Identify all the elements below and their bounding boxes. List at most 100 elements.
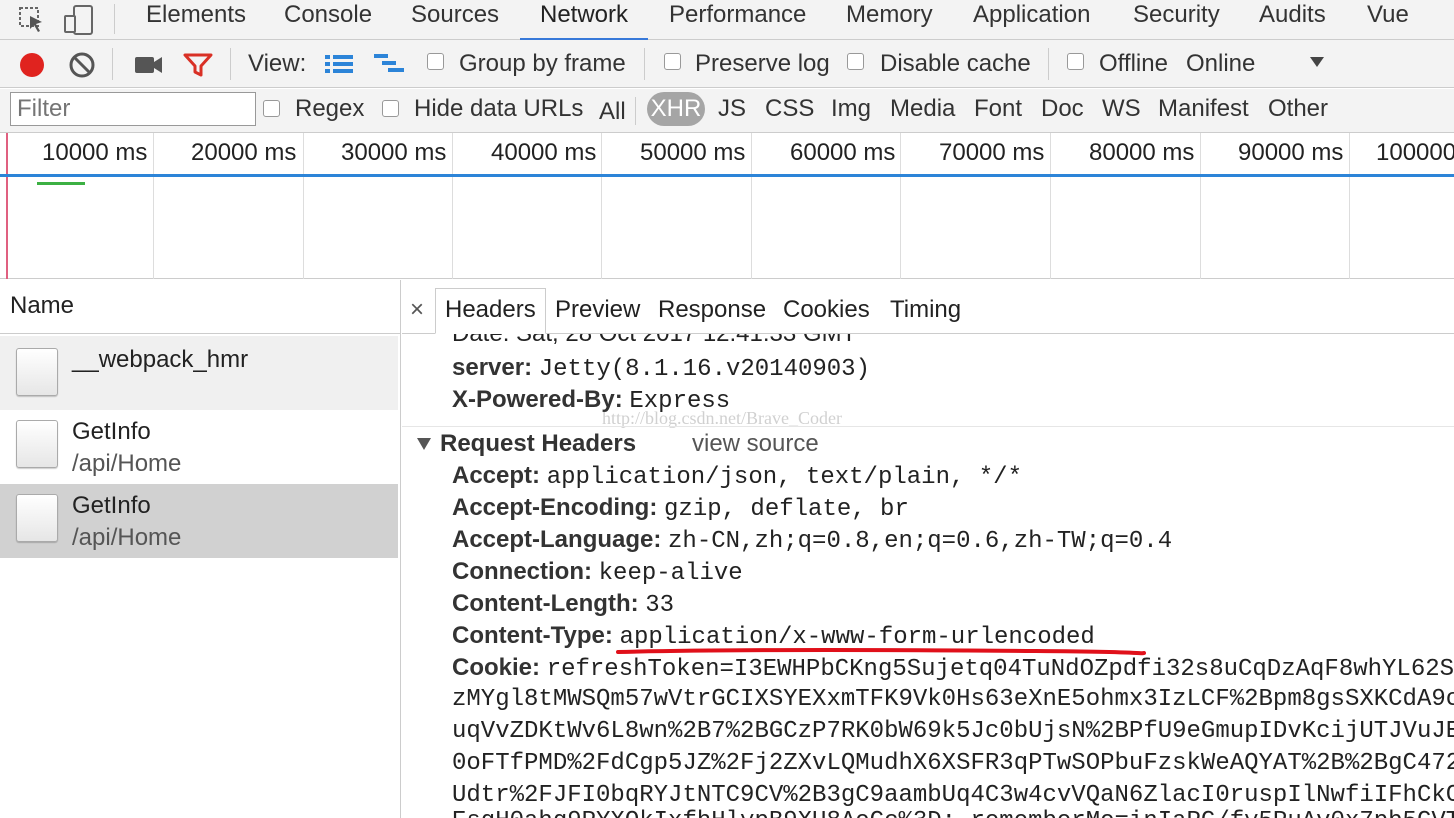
cookie-continuation-line: EsgH0ahg9PYXOkIxfhHlypB9XU8AeCc%3D; reme… [452,808,1454,818]
document-icon [16,348,58,396]
tab-application[interactable]: Application [973,0,1090,40]
tab-bar-separator [114,4,115,34]
header-value: zh-CN,zh;q=0.8,en;q=0.6,zh-TW;q=0.4 [668,528,1173,555]
name-column-header[interactable]: Name [0,280,400,334]
toolbar-separator [644,48,645,80]
type-filter-ws[interactable]: WS [1102,95,1141,123]
header-row: Accept-Language: zh-CN,zh;q=0.8,en;q=0.6… [452,526,1172,555]
header-row: Content-Length: 33 [452,590,674,619]
preserve-log-checkbox[interactable] [664,53,681,70]
header-row: Connection: keep-alive [452,558,743,587]
preserve-log-label: Preserve log [695,50,830,77]
timeline-overview[interactable]: 10000 ms 20000 ms 30000 ms 40000 ms 5000… [0,133,1454,279]
timeline-tick: 60000 ms [790,139,896,166]
waterfall-overview-icon[interactable] [374,53,406,75]
request-row[interactable]: GetInfo /api/Home [0,410,398,484]
view-source-link[interactable]: view source [692,430,819,458]
header-row: Accept: application/json, text/plain, */… [452,462,1022,491]
devtools-tab-bar: Elements Console Sources Network Perform… [0,0,1454,41]
timeline-tick: 30000 ms [341,139,447,166]
view-label: View: [248,50,307,77]
cookie-continuation-line: Udtr%2FJFI0bqRYJtNTC9CV%2B3gC9aambUq4C3w… [452,782,1454,809]
tab-audits[interactable]: Audits [1259,0,1326,40]
header-key: server: [452,354,533,381]
type-filter-font[interactable]: Font [974,95,1022,123]
cookie-continuation-line: uqVvZDKtWv6L8wn%2B7%2BGCzP7RK0bW69k5Jc0b… [452,718,1454,745]
request-name: GetInfo [72,418,151,445]
request-details-panel: Date: Sat, 28 Oct 2017 12:41:33 GMT × He… [402,280,1454,818]
request-list: Name __webpack_hmr GetInfo /api/Home Get… [0,280,401,818]
timeline-tick: 100000 [1376,139,1454,166]
triangle-down-icon[interactable] [416,437,432,451]
filter-funnel-icon[interactable] [183,52,213,78]
toolbar-separator [230,48,231,80]
filter-separator [635,97,636,125]
hide-data-urls-label: Hide data URLs [414,95,584,122]
offline-checkbox[interactable] [1067,53,1084,70]
tab-network[interactable]: Network [519,0,649,41]
type-filter-doc[interactable]: Doc [1041,95,1084,123]
section-divider [402,426,1454,427]
timeline-tick: 70000 ms [939,139,1045,166]
throttling-select[interactable]: Online [1186,50,1255,78]
type-filter-manifest[interactable]: Manifest [1158,95,1249,123]
regex-checkbox[interactable] [263,100,280,117]
device-toolbar-icon[interactable] [62,4,96,36]
header-row: Accept-Encoding: gzip, deflate, br [452,494,909,523]
timeline-tick: 40000 ms [491,139,597,166]
disable-cache-label: Disable cache [880,50,1031,77]
header-value: keep-alive [598,560,743,587]
record-icon[interactable] [18,51,46,79]
timeline-tick: 80000 ms [1089,139,1195,166]
type-filter-other[interactable]: Other [1268,95,1328,123]
tab-memory[interactable]: Memory [846,0,933,40]
close-icon[interactable]: × [410,296,424,324]
regex-label: Regex [295,95,365,122]
tab-console[interactable]: Console [284,0,372,40]
tab-sources[interactable]: Sources [411,0,499,40]
screenshot-camera-icon[interactable] [134,54,164,76]
details-tab-bar: × Headers Preview Response Cookies Timin… [402,280,1454,334]
network-toolbar: View: Group by frame Preserve log Disabl… [0,40,1454,88]
timeline-tick: 50000 ms [640,139,746,166]
header-key: Cookie: [452,654,541,681]
filter-input[interactable] [10,92,256,126]
header-value: Jetty(8.1.16.v20140903) [538,356,870,383]
tab-timing[interactable]: Timing [890,296,961,324]
type-filter-img[interactable]: Img [831,95,871,123]
tab-headers[interactable]: Headers [445,296,536,324]
timeline-tick: 10000 ms [42,139,148,166]
tab-security[interactable]: Security [1133,0,1220,40]
request-name: GetInfo [72,492,151,519]
toolbar-separator [112,48,113,80]
group-by-frame-checkbox[interactable] [427,53,444,70]
type-filter-all[interactable]: All [599,98,626,126]
request-headers-title[interactable]: Request Headers [440,430,636,458]
inspect-element-icon[interactable] [18,4,46,34]
request-row-selected[interactable]: GetInfo /api/Home [0,484,398,558]
tab-response[interactable]: Response [658,296,766,324]
type-filter-xhr[interactable]: XHR [647,92,705,126]
large-rows-icon[interactable] [325,53,353,75]
type-filter-js[interactable]: JS [718,95,746,123]
disable-cache-checkbox[interactable] [847,53,864,70]
header-key: X-Powered-By: [452,386,623,413]
tab-cookies[interactable]: Cookies [783,296,870,324]
tab-preview[interactable]: Preview [555,296,640,324]
type-filter-css[interactable]: CSS [765,95,814,123]
chevron-down-icon[interactable] [1309,56,1325,68]
request-row[interactable]: __webpack_hmr [0,336,398,410]
tab-vue[interactable]: Vue [1367,0,1409,40]
tab-performance[interactable]: Performance [669,0,806,40]
header-value: 33 [645,592,675,619]
hide-data-urls-checkbox[interactable] [382,100,399,117]
type-filter-media[interactable]: Media [890,95,955,123]
request-path: /api/Home [72,450,182,477]
header-key: Content-Length: [452,590,639,617]
tab-elements[interactable]: Elements [146,0,246,40]
clear-icon[interactable] [68,51,96,79]
request-path: /api/Home [72,524,182,551]
header-key: Accept-Encoding: [452,494,658,521]
toolbar-separator [1048,48,1049,80]
header-key: Connection: [452,558,592,585]
